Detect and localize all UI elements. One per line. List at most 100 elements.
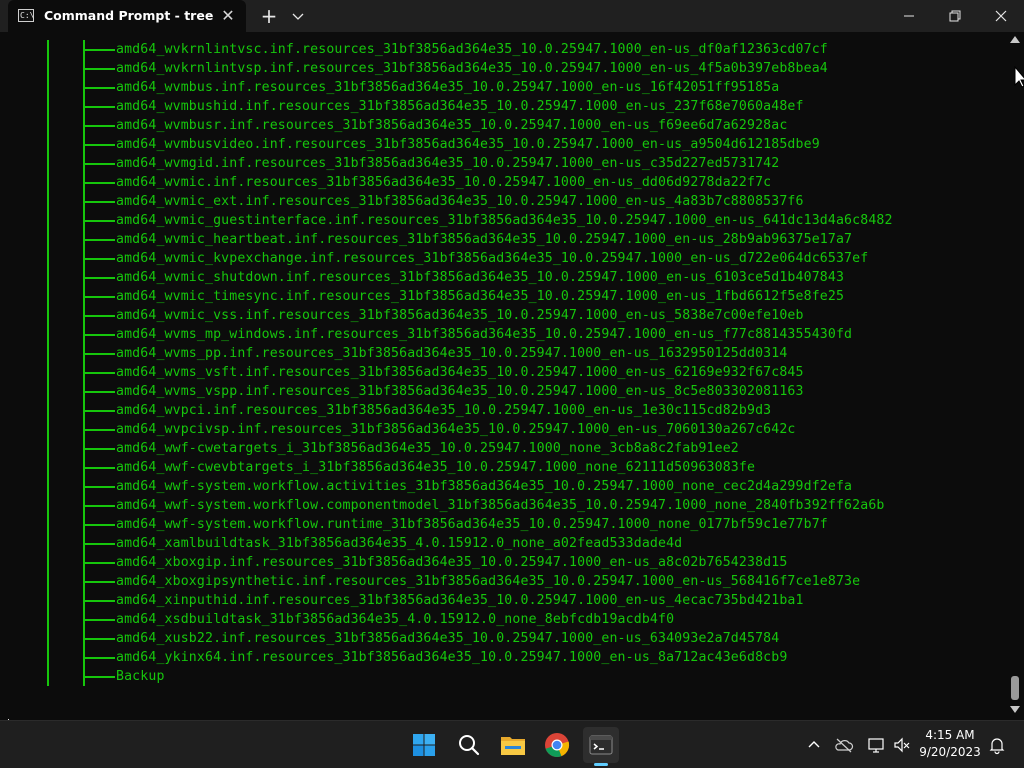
search-button[interactable] [451, 727, 487, 763]
tree-entry-text: amd64_wvmic_timesync.inf.resources_31bf3… [116, 289, 845, 304]
title-bar: C:\ Command Prompt - tree ✕ + [0, 0, 1024, 32]
tree-branch-outer [47, 553, 49, 572]
tree-branch-outer [47, 515, 49, 534]
tree-line: Backup [0, 667, 1000, 686]
tree-branch-outer [47, 401, 49, 420]
chevron-up-icon [808, 741, 820, 748]
tree-entry-text: amd64_wvmic.inf.resources_31bf3856ad364e… [116, 175, 772, 190]
scroll-down-arrow-icon[interactable] [1010, 706, 1020, 713]
chevron-down-icon [292, 13, 304, 20]
tree-branch-outer [47, 287, 49, 306]
scrollbar-thumb[interactable] [1011, 676, 1019, 700]
tab-dropdown-button[interactable] [286, 0, 310, 32]
tree-branch-connector [85, 410, 115, 412]
tree-entry-text: amd64_wvms_pp.inf.resources_31bf3856ad36… [116, 346, 788, 361]
tree-branch-connector [85, 220, 115, 222]
tree-branch-outer [47, 629, 49, 648]
tree-line: amd64_wvpci.inf.resources_31bf3856ad364e… [0, 401, 1000, 420]
tree-line: amd64_wvmic_ext.inf.resources_31bf3856ad… [0, 192, 1000, 211]
notifications-button[interactable] [987, 735, 1007, 755]
tree-branch-connector [85, 581, 115, 583]
onedrive-cloud-icon [835, 738, 854, 753]
tree-branch-connector [85, 657, 115, 659]
tree-branch-outer [47, 230, 49, 249]
tree-line: amd64_wvmic_timesync.inf.resources_31bf3… [0, 287, 1000, 306]
tree-branch-connector [85, 391, 115, 393]
tree-branch-outer [47, 192, 49, 211]
tree-line: amd64_wwf-system.workflow.runtime_31bf38… [0, 515, 1000, 534]
tree-line: amd64_xamlbuildtask_31bf3856ad364e35_4.0… [0, 534, 1000, 553]
tree-entry-text: amd64_xamlbuildtask_31bf3856ad364e35_4.0… [116, 536, 683, 551]
tree-branch-outer [47, 496, 49, 515]
start-button[interactable] [406, 727, 442, 763]
tree-branch-connector [85, 505, 115, 507]
onedrive-icon[interactable] [834, 735, 854, 755]
tree-line: amd64_wvmbusr.inf.resources_31bf3856ad36… [0, 116, 1000, 135]
tree-line: amd64_ykinx64.inf.resources_31bf3856ad36… [0, 648, 1000, 667]
chrome-button[interactable] [539, 727, 575, 763]
tree-line: amd64_wvmic_vss.inf.resources_31bf3856ad… [0, 306, 1000, 325]
tree-line: amd64_wvkrnlintvsp.inf.resources_31bf385… [0, 59, 1000, 78]
new-tab-button[interactable]: + [256, 0, 282, 32]
tree-entry-text: amd64_wvmbushid.inf.resources_31bf3856ad… [116, 99, 804, 114]
tree-branch-connector [85, 296, 115, 298]
tree-branch-connector [85, 144, 115, 146]
tree-branch-outer [47, 382, 49, 401]
mouse-pointer-icon [1014, 66, 1024, 88]
network-icon[interactable] [866, 735, 886, 755]
tree-branch-outer [47, 154, 49, 173]
file-explorer-button[interactable] [495, 727, 531, 763]
show-hidden-icons-button[interactable] [804, 735, 824, 755]
tree-branch-outer [47, 173, 49, 192]
tree-entry-text: amd64_xboxgip.inf.resources_31bf3856ad36… [116, 555, 788, 570]
tree-branch-connector [85, 486, 115, 488]
tree-branch-outer [47, 97, 49, 116]
volume-muted-icon[interactable] [892, 735, 912, 755]
tree-line: amd64_wvmgid.inf.resources_31bf3856ad364… [0, 154, 1000, 173]
tree-entry-text: amd64_wvkrnlintvsc.inf.resources_31bf385… [116, 42, 828, 57]
tree-entry-text: amd64_wvms_vspp.inf.resources_31bf3856ad… [116, 384, 804, 399]
tree-branch-connector [85, 163, 115, 165]
tree-branch-connector [85, 429, 115, 431]
bell-icon [989, 738, 1005, 755]
file-explorer-icon [501, 737, 525, 755]
minimize-icon [904, 15, 914, 17]
terminal-button[interactable] [583, 727, 619, 763]
tree-branch-connector [85, 562, 115, 564]
tree-branch-outer [47, 610, 49, 629]
clock-date: 9/20/2023 [919, 745, 981, 759]
network-monitor-icon [868, 738, 884, 753]
tree-line: amd64_wwf-system.workflow.activities_31b… [0, 477, 1000, 496]
tree-line: amd64_xinputhid.inf.resources_31bf3856ad… [0, 591, 1000, 610]
close-tab-icon[interactable]: ✕ [218, 6, 238, 26]
speaker-muted-icon [894, 737, 910, 753]
vertical-scrollbar[interactable] [1006, 32, 1024, 720]
console-output[interactable]: amd64_wvkrnlintvsc.inf.resources_31bf385… [0, 32, 1006, 720]
tree-line: amd64_xboxgipsynthetic.inf.resources_31b… [0, 572, 1000, 591]
tree-entry-text: amd64_wwf-system.workflow.runtime_31bf38… [116, 517, 828, 532]
tree-line: amd64_wvmbusvideo.inf.resources_31bf3856… [0, 135, 1000, 154]
tree-branch-connector [85, 68, 115, 70]
tree-entry-text: amd64_wvmic_guestinterface.inf.resources… [116, 213, 893, 228]
tree-entry-text: amd64_xinputhid.inf.resources_31bf3856ad… [116, 593, 804, 608]
tab-command-prompt[interactable]: C:\ Command Prompt - tree ✕ [8, 0, 246, 32]
tree-branch-outer [47, 249, 49, 268]
tree-branch-outer [47, 78, 49, 97]
restore-icon [949, 10, 961, 22]
close-icon [995, 10, 1007, 22]
scroll-up-arrow-icon[interactable] [1010, 36, 1020, 43]
tree-line: amd64_wwf-cwetargets_i_31bf3856ad364e35_… [0, 439, 1000, 458]
tree-line: amd64_xusb22.inf.resources_31bf3856ad364… [0, 629, 1000, 648]
tree-entry-text: amd64_wvms_mp_windows.inf.resources_31bf… [116, 327, 853, 342]
close-window-button[interactable] [978, 0, 1024, 32]
minimize-button[interactable] [886, 0, 932, 32]
maximize-button[interactable] [932, 0, 978, 32]
tree-line: amd64_wvms_vspp.inf.resources_31bf3856ad… [0, 382, 1000, 401]
system-clock[interactable]: 4:15 AM 9/20/2023 [915, 727, 985, 761]
tree-entry-text: amd64_ykinx64.inf.resources_31bf3856ad36… [116, 650, 788, 665]
tree-line: amd64_wvmbushid.inf.resources_31bf3856ad… [0, 97, 1000, 116]
tree-entry-text: amd64_xusb22.inf.resources_31bf3856ad364… [116, 631, 780, 646]
tree-line: amd64_wvmic.inf.resources_31bf3856ad364e… [0, 173, 1000, 192]
terminal-icon [589, 735, 613, 755]
tree-branch-connector [85, 676, 115, 678]
